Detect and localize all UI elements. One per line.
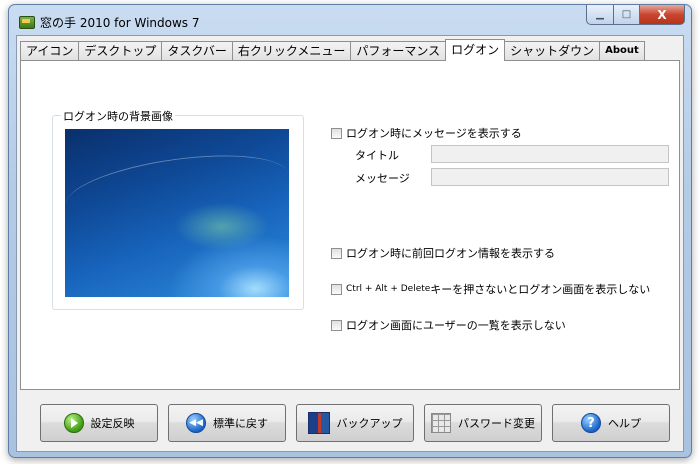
tab-shutdown[interactable]: シャットダウン: [504, 41, 601, 60]
hide-user-list-label: ログオン画面にユーザーの一覧を表示しない: [346, 319, 566, 332]
tab-logon[interactable]: ログオン: [445, 39, 506, 61]
message-field[interactable]: [431, 168, 669, 186]
tab-about[interactable]: About: [599, 41, 645, 60]
tab-desktop[interactable]: デスクトップ: [78, 41, 163, 60]
title-field[interactable]: [431, 145, 669, 163]
tab-icon[interactable]: アイコン: [20, 41, 80, 60]
show-previous-logon-checkbox[interactable]: ログオン時に前回ログオン情報を表示する: [331, 245, 555, 261]
maximize-button[interactable]: □: [614, 5, 640, 25]
window-title: 窓の手 2010 for Windows 7: [40, 16, 200, 30]
change-password-button[interactable]: パスワード変更: [424, 404, 542, 442]
message-label: メッセージ: [355, 172, 410, 185]
blue-rewind-icon: ◀◀: [186, 413, 206, 433]
title-label: タイトル: [355, 149, 399, 162]
checkbox-box[interactable]: [331, 127, 342, 139]
restore-default-button[interactable]: ◀◀ 標準に戻す: [168, 404, 286, 442]
question-mark-icon: ?: [581, 413, 601, 433]
close-button[interactable]: X: [640, 5, 685, 25]
help-button[interactable]: ? ヘルプ: [552, 404, 670, 442]
apply-settings-button[interactable]: 設定反映: [40, 404, 158, 442]
app-icon: [19, 16, 35, 29]
background-image-group-label: ログオン時の背景画像: [61, 108, 175, 124]
backup-label: バックアップ: [336, 417, 403, 430]
book-icon: [307, 412, 330, 434]
restore-default-label: 標準に戻す: [213, 417, 268, 430]
logon-background-preview[interactable]: [65, 129, 289, 297]
apply-settings-label: 設定反映: [90, 417, 135, 430]
help-label: ヘルプ: [608, 417, 641, 430]
checkbox-box[interactable]: [331, 319, 342, 331]
green-play-icon: [63, 413, 84, 433]
ctrl-alt-delete-label: キーを押さないとログオン画面を表示しない: [430, 283, 651, 296]
show-previous-logon-label: ログオン時に前回ログオン情報を表示する: [346, 247, 555, 260]
tab-performance[interactable]: パフォーマンス: [350, 41, 447, 60]
client-area: アイコン デスクトップ タスクバー 右クリックメニュー パフォーマンス ログオン…: [16, 35, 684, 452]
checkbox-box[interactable]: [331, 247, 342, 259]
button-bar: 設定反映 ◀◀ 標準に戻す バックアップ パスワード変更 ? ヘルプ: [17, 392, 683, 451]
tab-strip: アイコン デスクトップ タスクバー 右クリックメニュー パフォーマンス ログオン…: [20, 39, 645, 61]
tab-taskbar[interactable]: タスクバー: [161, 41, 233, 60]
tab-context-menu[interactable]: 右クリックメニュー: [231, 41, 352, 60]
logon-panel: ログオン時の背景画像 ログオン時にメッセージを表示する タイトル メッセージ ロ…: [20, 60, 680, 390]
backup-button[interactable]: バックアップ: [296, 404, 414, 442]
window-controls: ▁ □ X: [586, 5, 685, 25]
show-message-label: ログオン時にメッセージを表示する: [346, 127, 522, 140]
show-message-checkbox[interactable]: ログオン時にメッセージを表示する: [331, 125, 522, 141]
title-bar[interactable]: 窓の手 2010 for Windows 7 ▁ □ X: [9, 5, 691, 35]
ctrl-alt-delete-checkbox[interactable]: Ctrl + Alt + Delete キーを押さないとログオン画面を表示しない: [331, 281, 650, 297]
keypad-icon: [431, 413, 451, 433]
ctrl-alt-delete-keys: Ctrl + Alt + Delete: [346, 284, 431, 294]
main-window: 窓の手 2010 for Windows 7 ▁ □ X アイコン デスクトップ…: [8, 4, 692, 458]
change-password-label: パスワード変更: [458, 417, 535, 430]
hide-user-list-checkbox[interactable]: ログオン画面にユーザーの一覧を表示しない: [331, 317, 566, 333]
minimize-button[interactable]: ▁: [586, 5, 614, 25]
checkbox-box[interactable]: [331, 283, 342, 295]
